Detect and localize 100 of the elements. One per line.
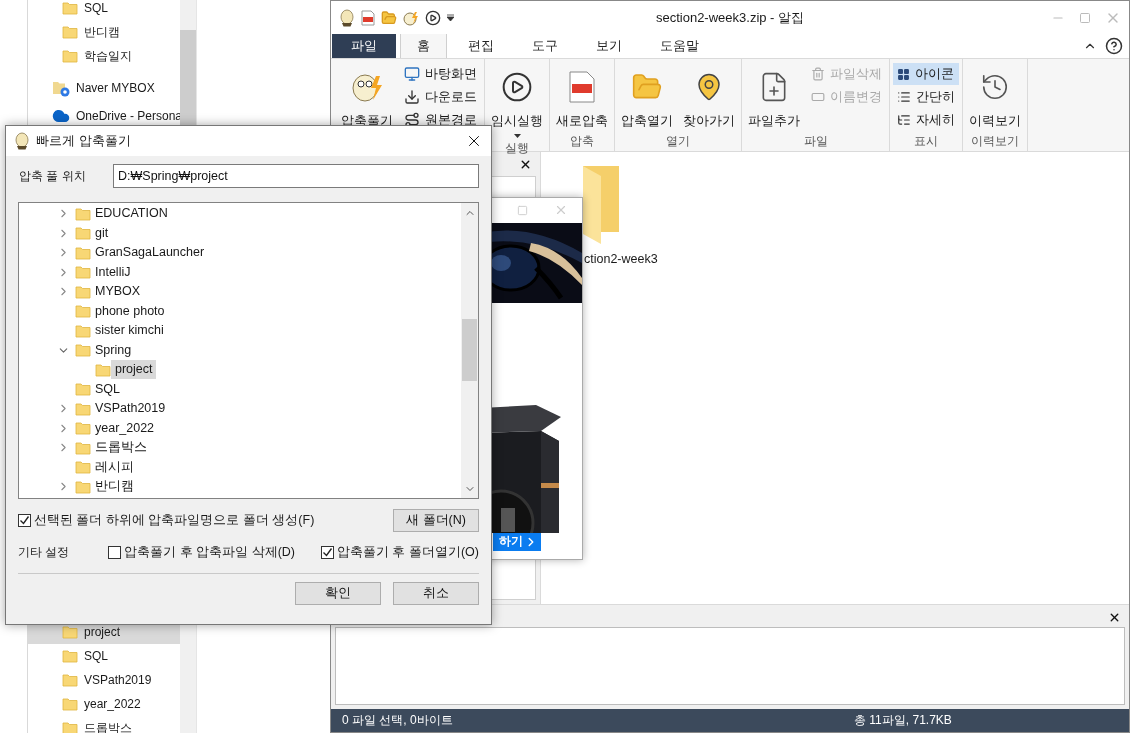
folder-icon xyxy=(75,459,91,476)
folder-icon xyxy=(62,48,78,64)
tree-item[interactable]: SQL xyxy=(91,379,123,399)
ribbon-button[interactable]: 바탕화면 xyxy=(400,63,481,85)
help-icon[interactable] xyxy=(1105,36,1123,55)
cloud-icon xyxy=(52,107,70,125)
tree-item[interactable]: project xyxy=(111,360,156,380)
ribbon-button[interactable]: 파일추가 xyxy=(745,63,803,133)
folder-icon xyxy=(75,303,91,320)
file-item[interactable]: ction2-week3 xyxy=(579,164,658,604)
group-label: 표시 xyxy=(913,133,939,150)
ribbon-button[interactable]: 새로압축 xyxy=(553,63,611,133)
nav-item[interactable]: VSPath2019 xyxy=(28,668,180,692)
ribbon-button[interactable]: 아이콘 xyxy=(893,63,959,85)
folder-icon xyxy=(75,400,91,417)
checkbox[interactable]: 선택된 폴더 하위에 압축파일명으로 폴더 생성(F) xyxy=(18,512,315,529)
ribbon-button[interactable]: 간단히 xyxy=(893,86,959,108)
field-label: 압축 풀 위치 xyxy=(18,167,87,185)
tree-item[interactable]: phone photo xyxy=(91,301,168,321)
tree-item[interactable]: 드롭박스 xyxy=(91,438,150,458)
tree-item[interactable]: sister kimchi xyxy=(91,321,167,341)
folder-icon[interactable] xyxy=(381,9,397,26)
ribbon-button[interactable]: 압축열기 xyxy=(618,63,676,133)
ribbon-tab[interactable]: 파일 xyxy=(332,33,396,58)
zip-file-icon xyxy=(361,9,375,26)
ribbon-button[interactable]: 찾아가기 xyxy=(680,63,738,133)
egg-icon xyxy=(14,132,30,150)
ribbon-tab[interactable]: 홈 xyxy=(400,33,447,58)
folder-icon xyxy=(62,696,78,712)
group-label: 실행 xyxy=(504,140,530,157)
folder-icon xyxy=(75,381,91,398)
caret-icon[interactable] xyxy=(447,14,454,21)
details-icon xyxy=(897,113,911,127)
mascot-icon[interactable] xyxy=(403,9,419,26)
folder-icon xyxy=(62,0,78,16)
section-label: 기타 설정 xyxy=(18,544,71,561)
trash-icon xyxy=(811,67,825,81)
nav-item[interactable]: 드롭박스 xyxy=(28,716,180,733)
window-title: section2-week3.zip - 알집 xyxy=(655,9,805,25)
ribbon-button[interactable]: 원본경로 xyxy=(400,109,481,131)
nav-item[interactable]: Naver MYBOX xyxy=(28,76,180,100)
app-egg-icon xyxy=(339,8,355,27)
tree-item[interactable]: VSPath2019 xyxy=(91,399,169,419)
tree-item[interactable]: git xyxy=(91,223,112,243)
folder-icon xyxy=(62,648,78,664)
monitor-icon xyxy=(404,66,420,82)
path-field[interactable]: D:₩Spring₩project xyxy=(113,164,479,188)
tree-item[interactable]: 반디캠 xyxy=(91,477,137,497)
checkbox[interactable]: 압축풀기 후 폴더열기(O) xyxy=(321,544,479,561)
nav-item[interactable]: 반디캠 xyxy=(28,20,180,44)
folder-icon xyxy=(62,24,78,40)
play-icon[interactable] xyxy=(425,9,441,26)
dialog-button[interactable]: 취소 xyxy=(393,582,479,605)
rename-icon xyxy=(811,90,825,104)
nav-item[interactable]: SQL xyxy=(28,644,180,668)
tree-item[interactable]: Spring xyxy=(91,340,135,360)
check-icon xyxy=(19,515,30,526)
play-icon xyxy=(501,71,533,103)
group-label: 이력보기 xyxy=(970,133,1020,150)
nav-item[interactable]: 학습일지 xyxy=(28,44,180,68)
grid-icon xyxy=(897,67,910,81)
check-icon xyxy=(322,547,333,558)
caret-icon xyxy=(513,134,521,138)
ribbon-button[interactable]: 이력보기 xyxy=(966,63,1024,133)
tree-item[interactable]: IntelliJ xyxy=(91,262,134,282)
tree-item[interactable]: GranSagaLauncher xyxy=(91,243,208,263)
dialog-button[interactable]: 확인 xyxy=(295,582,381,605)
download-icon xyxy=(404,89,420,105)
folder-cloud-icon xyxy=(52,79,70,97)
folder-icon xyxy=(62,672,78,688)
checkbox[interactable]: 압축풀기 후 압축파일 삭제(D) xyxy=(108,544,295,561)
folder-icon xyxy=(75,283,91,300)
tree-item[interactable]: EDUCATION xyxy=(91,204,171,224)
dialog-title: 빠르게 압축풀기 xyxy=(36,132,131,150)
maximize-icon[interactable] xyxy=(1079,11,1091,24)
folder-icon xyxy=(75,478,91,495)
status-bar: 0 파일 선택, 0바이트 총 11파일, 71.7KB xyxy=(331,709,1129,732)
ribbon-button[interactable]: 다운로드 xyxy=(400,86,481,108)
history-icon xyxy=(980,72,1010,102)
tree-item[interactable]: MYBOX xyxy=(91,282,144,302)
folder-icon xyxy=(75,205,91,222)
folder-icon xyxy=(75,264,91,281)
folder-icon xyxy=(75,420,91,437)
zip-file-icon xyxy=(569,71,595,103)
folder-icon xyxy=(75,439,91,456)
new-folder-button[interactable]: 새 폴더(N) xyxy=(393,509,479,532)
folder-icon xyxy=(75,244,91,261)
tree-item[interactable]: year_2022 xyxy=(91,418,158,438)
group-label: 열기 xyxy=(665,133,691,150)
ribbon-button[interactable]: 자세히 xyxy=(893,109,959,131)
scrollbar-thumb[interactable] xyxy=(462,319,477,381)
route-icon xyxy=(404,112,420,128)
folder-icon xyxy=(75,342,91,359)
nav-item[interactable]: year_2022 xyxy=(28,692,180,716)
group-label: 파일 xyxy=(802,133,829,150)
ribbon-button[interactable]: 임시실행 xyxy=(488,63,546,140)
list-icon xyxy=(897,90,911,104)
tree-item[interactable]: 레시피 xyxy=(91,457,137,477)
nav-item[interactable]: SQL xyxy=(28,0,180,20)
folder-icon xyxy=(75,322,91,339)
